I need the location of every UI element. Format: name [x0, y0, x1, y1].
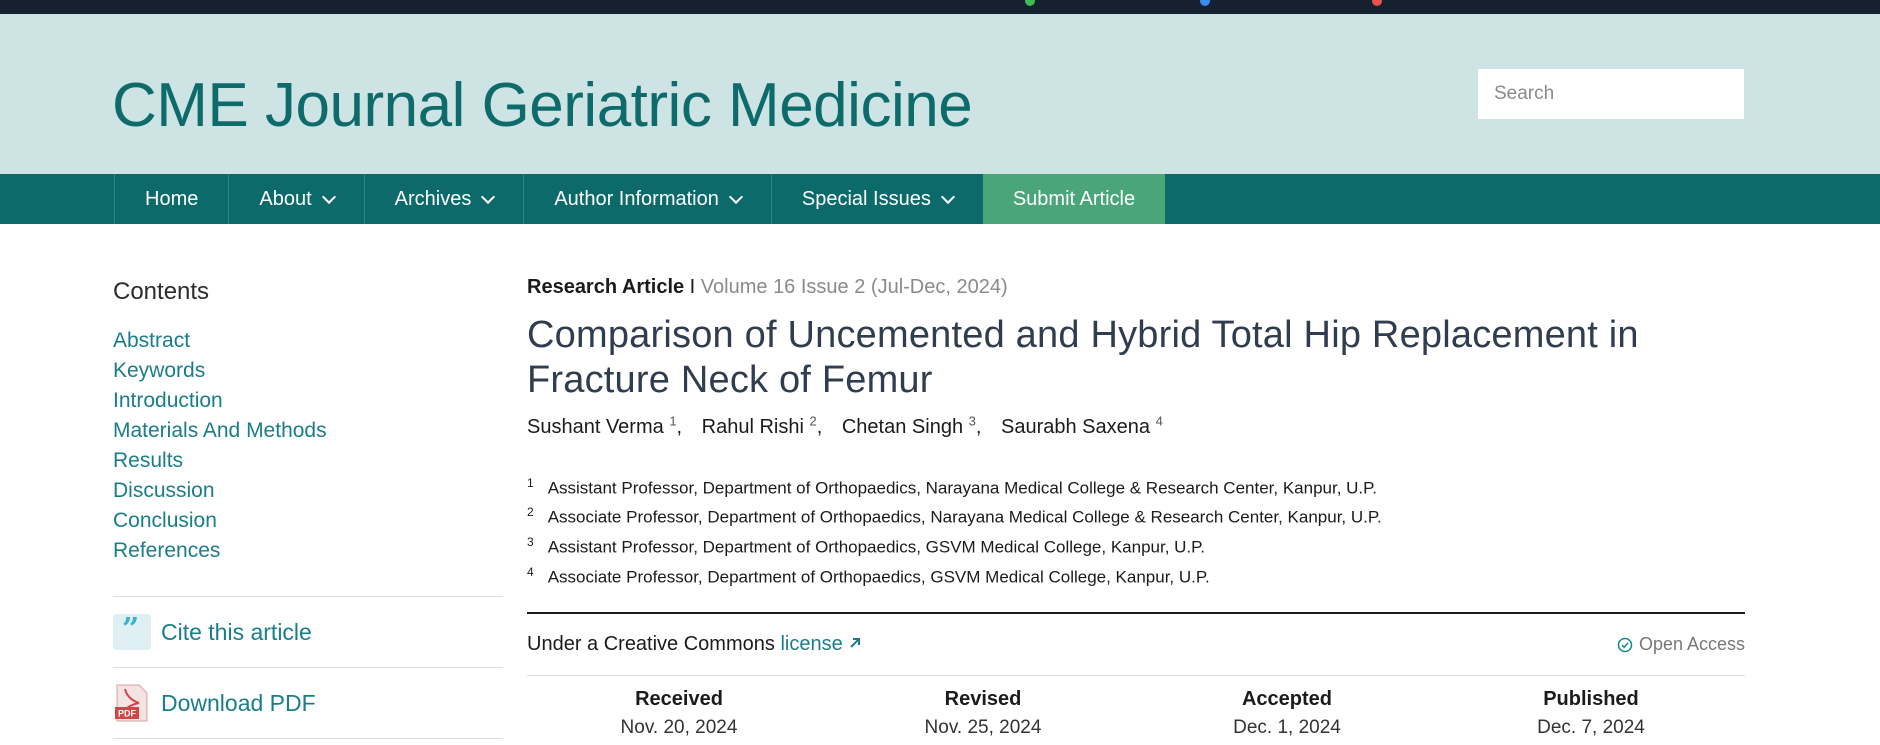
nav-home-label: Home — [145, 187, 199, 210]
date-value: Dec. 7, 2024 — [1537, 717, 1645, 739]
author-sup: 1 — [669, 413, 677, 428]
affiliation-text: Associate Professor, Department of Ortho… — [547, 567, 1210, 587]
volume-issue: Volume 16 Issue 2 (Jul-Dec, 2024) — [700, 276, 1008, 298]
author-separator: , — [975, 415, 982, 438]
date-received: Received Nov. 20, 2024 — [527, 688, 831, 739]
affiliation-text: Assistant Professor, Department of Ortho… — [547, 478, 1378, 498]
toc-link-conclusion[interactable]: Conclusion — [113, 506, 503, 536]
toc-link-materials-and-methods[interactable]: Materials And Methods — [113, 416, 503, 446]
table-of-contents: Abstract Keywords Introduction Materials… — [113, 326, 503, 566]
pdf-badge-text: PDF — [118, 709, 137, 719]
affiliation: 1 Assistant Professor, Department of Orth… — [527, 471, 1745, 501]
main-nav: Home About Archives Author Information S… — [0, 174, 1880, 224]
toc-link-references[interactable]: References — [113, 536, 503, 566]
affiliation-number: 1 — [527, 475, 534, 490]
nav-about-label: About — [259, 187, 312, 210]
toc-link-keywords[interactable]: Keywords — [113, 356, 503, 386]
author-list: Sushant Verma 1, Rahul Rishi 2, Chetan S… — [527, 413, 1745, 439]
quote-icon: ” — [113, 612, 151, 650]
license-link-label: license — [780, 633, 843, 656]
toc-link-discussion[interactable]: Discussion — [113, 476, 503, 506]
date-value: Nov. 25, 2024 — [924, 717, 1042, 739]
article-dates: Received Nov. 20, 2024 Revised Nov. 25, 20… — [527, 688, 1745, 739]
blue-dot-icon — [1200, 0, 1210, 6]
license-link[interactable]: license — [780, 633, 862, 655]
author[interactable]: Sushant Verma 1, — [527, 413, 683, 438]
license-prefix: Under a Creative Commons — [527, 633, 781, 656]
author-sup: 3 — [968, 413, 976, 428]
author[interactable]: Chetan Singh 3, — [841, 413, 982, 438]
toc-link-results[interactable]: Results — [113, 446, 503, 476]
site-title[interactable]: CME Journal Geriatric Medicine — [112, 70, 973, 141]
submit-article-label: Submit Article — [1012, 187, 1136, 210]
affiliation-number: 3 — [527, 534, 534, 549]
article-meta: Research Article I Volume 16 Issue 2 (Ju… — [527, 276, 1745, 299]
nav-home[interactable]: Home — [114, 174, 228, 224]
pdf-file-icon: PDF — [113, 683, 151, 723]
nav-archives-label: Archives — [394, 187, 472, 210]
download-pdf-button[interactable]: PDF Download PDF — [113, 668, 503, 739]
top-bar — [0, 0, 1880, 14]
affiliation: 4 Associate Professor, Department of Orth… — [527, 560, 1745, 590]
author-sup: 4 — [1155, 413, 1163, 428]
toc-link-introduction[interactable]: Introduction — [113, 386, 503, 416]
date-value: Nov. 20, 2024 — [620, 717, 738, 739]
article-title: Comparison of Uncemented and Hybrid Tota… — [527, 314, 1639, 401]
author-name: Rahul Rishi — [701, 415, 804, 438]
external-link-icon — [850, 638, 861, 648]
date-published: Published Dec. 7, 2024 — [1439, 688, 1743, 739]
nav-archives[interactable]: Archives — [363, 174, 524, 224]
chevron-down-icon — [940, 189, 955, 204]
check-circle-icon — [1617, 637, 1633, 653]
open-access-label: Open Access — [1638, 634, 1745, 655]
author-name: Chetan Singh — [841, 415, 964, 438]
date-label: Accepted — [1241, 688, 1333, 711]
author-name: Sushant Verma — [527, 415, 664, 438]
affiliation-text: Assistant Professor, Department of Ortho… — [547, 537, 1206, 557]
affiliation: 3 Assistant Professor, Department of Orth… — [527, 530, 1745, 560]
date-label: Revised — [944, 688, 1022, 711]
article-type: Research Article — [527, 276, 685, 298]
cite-article-label: Cite this article — [161, 618, 312, 645]
meta-separator: I — [684, 276, 701, 298]
cite-article-button[interactable]: ” Cite this article — [113, 597, 503, 668]
article-main: Research Article I Volume 16 Issue 2 (Ju… — [527, 276, 1745, 739]
sidebar: Contents Abstract Keywords Introduction … — [113, 278, 503, 739]
nav-author-information-label: Author Information — [554, 187, 719, 210]
download-pdf-label: Download PDF — [161, 689, 316, 716]
date-revised: Revised Nov. 25, 2024 — [831, 688, 1135, 739]
chevron-down-icon — [728, 189, 743, 204]
affiliation-number: 2 — [527, 505, 534, 520]
affiliations: 1 Assistant Professor, Department of Orth… — [527, 471, 1745, 590]
date-value: Dec. 1, 2024 — [1233, 717, 1341, 739]
nav-special-issues-label: Special Issues — [801, 187, 931, 210]
date-accepted: Accepted Dec. 1, 2024 — [1135, 688, 1439, 739]
red-dot-icon — [1372, 0, 1382, 6]
search-input[interactable] — [1478, 69, 1744, 119]
date-label: Received — [635, 688, 723, 711]
date-label: Published — [1543, 688, 1639, 711]
author-separator: , — [816, 415, 823, 438]
affiliation: 2 Associate Professor, Department of Orth… — [527, 500, 1745, 530]
license-text: Under a Creative Commons license — [527, 633, 862, 656]
author-separator: , — [676, 415, 683, 438]
license-row: Under a Creative Commons license Open Ac… — [527, 614, 1745, 677]
chevron-down-icon — [321, 189, 336, 204]
submit-article-button[interactable]: Submit Article — [982, 174, 1166, 224]
author[interactable]: Rahul Rishi 2, — [701, 413, 823, 438]
open-access-badge: Open Access — [1617, 634, 1745, 655]
nav-author-information[interactable]: Author Information — [523, 174, 771, 224]
contents-title: Contents — [113, 278, 210, 305]
site-header: CME Journal Geriatric Medicine — [0, 14, 1880, 174]
nav-special-issues[interactable]: Special Issues — [770, 174, 983, 224]
author-name: Saurabh Saxena — [1000, 415, 1150, 438]
nav-about[interactable]: About — [228, 174, 363, 224]
affiliation-text: Associate Professor, Department of Ortho… — [547, 507, 1382, 527]
green-dot-icon — [1025, 0, 1035, 6]
toc-link-abstract[interactable]: Abstract — [113, 326, 503, 356]
affiliation-number: 4 — [527, 564, 534, 579]
chevron-down-icon — [481, 189, 496, 204]
author[interactable]: Saurabh Saxena 4 — [1000, 413, 1163, 438]
author-sup: 2 — [809, 413, 817, 428]
